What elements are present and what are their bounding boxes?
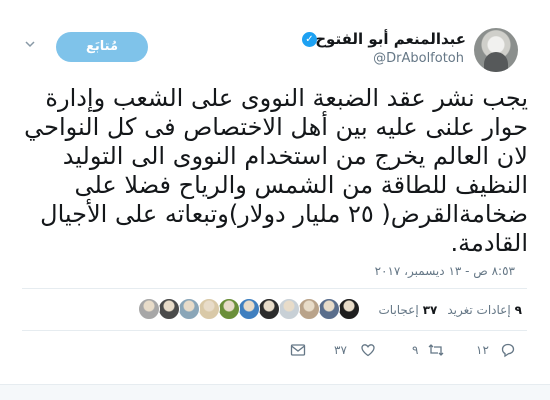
tweet-stats: ٩ إعادات تغريد ٣٧ إعجابات xyxy=(368,298,522,322)
liker-avatars xyxy=(134,298,360,322)
tweet-timestamp[interactable]: ٨:٥٣ ص - ١٣ ديسمبر، ٢٠١٧ xyxy=(375,264,515,278)
retweet-count: ٩ xyxy=(412,343,419,357)
retweets-count: ٩ xyxy=(514,303,522,317)
retweet-action[interactable] xyxy=(427,340,445,360)
reply-icon xyxy=(500,342,516,358)
reply-action[interactable] xyxy=(500,340,516,360)
liker-avatar[interactable] xyxy=(218,298,240,320)
likes-count: ٣٧ xyxy=(422,303,438,317)
like-count: ٣٧ xyxy=(334,343,347,357)
liker-avatar[interactable] xyxy=(318,298,340,320)
heart-icon xyxy=(360,342,376,358)
envelope-icon xyxy=(290,343,306,357)
reply-area xyxy=(0,384,550,400)
liker-avatar[interactable] xyxy=(298,298,320,320)
divider xyxy=(22,330,527,331)
author-avatar[interactable] xyxy=(474,28,518,72)
author-handle[interactable]: @DrAbolfotoh xyxy=(373,51,464,66)
liker-avatar[interactable] xyxy=(158,298,180,320)
liker-avatar[interactable] xyxy=(338,298,360,320)
retweets-stat[interactable]: ٩ إعادات تغريد xyxy=(447,303,522,317)
reply-count: ١٢ xyxy=(476,343,489,357)
likes-stat[interactable]: ٣٧ إعجابات xyxy=(378,303,437,317)
liker-avatar[interactable] xyxy=(258,298,280,320)
chevron-down-icon[interactable] xyxy=(24,38,36,50)
author-name[interactable]: عبدالمنعم أبو الفتوح xyxy=(315,30,466,48)
liker-avatar[interactable] xyxy=(278,298,300,320)
liker-avatar[interactable] xyxy=(238,298,260,320)
following-button[interactable]: مُتابَع xyxy=(56,32,148,62)
tweet-text: يجب نشر عقد الضبعة النووى على الشعب وإدا… xyxy=(24,84,528,257)
retweet-icon xyxy=(427,342,445,358)
retweets-label: إعادات تغريد xyxy=(447,303,511,317)
liker-avatar[interactable] xyxy=(138,298,160,320)
liker-avatar[interactable] xyxy=(178,298,200,320)
divider xyxy=(22,288,527,289)
direct-message-action[interactable] xyxy=(290,340,306,360)
likes-label: إعجابات xyxy=(378,303,419,317)
verified-badge-icon: ✓ xyxy=(302,32,317,47)
like-action[interactable] xyxy=(360,340,376,360)
liker-avatar[interactable] xyxy=(198,298,220,320)
tweet-card: عبدالمنعم أبو الفتوح ✓ @DrAbolfotoh مُتا… xyxy=(0,0,550,400)
